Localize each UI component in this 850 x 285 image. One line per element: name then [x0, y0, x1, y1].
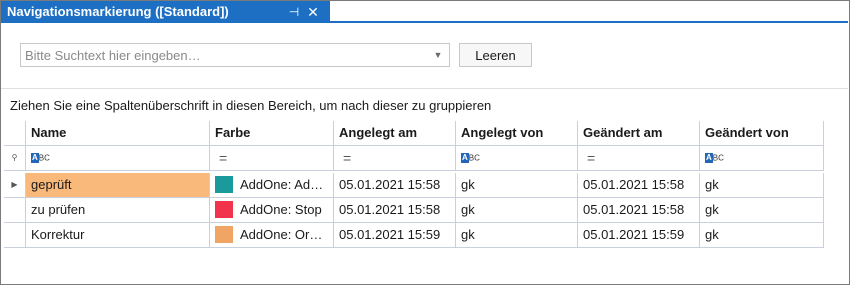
header-indicator [4, 121, 26, 146]
document-tabstrip: Navigationsmarkierung ([Standard]) ⊣ ✕ [1, 1, 848, 23]
text-filter-icon-suffix: BC [712, 153, 724, 163]
color-swatch [215, 176, 233, 194]
cell-farbe[interactable]: AddOne: Ad… [210, 173, 334, 198]
filter-cell-farbe[interactable]: = [210, 146, 334, 171]
cell-geaendert-von[interactable]: gk [700, 223, 824, 248]
cell-angelegt-von[interactable]: gk [456, 198, 578, 223]
filter-row-icon: ⚲ [4, 146, 26, 171]
group-panel[interactable]: Ziehen Sie eine Spaltenüberschrift in di… [1, 89, 848, 121]
filter-cell-geaendert-am[interactable]: = [578, 146, 700, 171]
column-header-angelegt-von[interactable]: Angelegt von [456, 121, 578, 146]
cell-angelegt-am[interactable]: 05.01.2021 15:58 [334, 173, 456, 198]
clear-button[interactable]: Leeren [459, 43, 532, 67]
text-filter-icon-suffix: BC [468, 153, 480, 163]
pin-icon[interactable]: ⊣ [286, 1, 302, 23]
cell-geaendert-von[interactable]: gk [700, 173, 824, 198]
cell-angelegt-am[interactable]: 05.01.2021 15:59 [334, 223, 456, 248]
text-filter-icon-suffix: BC [38, 153, 50, 163]
cell-name[interactable]: zu prüfen [26, 198, 210, 223]
cell-geaendert-am[interactable]: 05.01.2021 15:59 [578, 223, 700, 248]
cell-name[interactable]: Korrektur [26, 223, 210, 248]
tab-title: Navigationsmarkierung ([Standard]) [7, 4, 229, 19]
close-icon[interactable]: ✕ [305, 1, 321, 23]
cell-angelegt-von[interactable]: gk [456, 173, 578, 198]
equals-filter-icon: = [587, 150, 596, 166]
filter-cell-angelegt-von[interactable]: ABC [456, 146, 578, 171]
search-combobox[interactable]: ▼ [20, 43, 450, 67]
column-header-name[interactable]: Name [26, 121, 210, 146]
cell-farbe-label: AddOne: Ad… [240, 177, 324, 192]
cell-farbe[interactable]: AddOne: Stop [210, 198, 334, 223]
cell-geaendert-von[interactable]: gk [700, 198, 824, 223]
search-input[interactable] [21, 44, 429, 66]
column-header-geaendert-am[interactable]: Geändert am [578, 121, 700, 146]
row-indicator [4, 223, 26, 248]
column-header-farbe[interactable]: Farbe [210, 121, 334, 146]
tab-navigationsmarkierung[interactable]: Navigationsmarkierung ([Standard]) ⊣ ✕ [1, 1, 330, 23]
row-indicator [4, 198, 26, 223]
text-filter-icon: A [31, 152, 39, 163]
color-swatch [215, 201, 233, 219]
cell-angelegt-von[interactable]: gk [456, 223, 578, 248]
column-header-geaendert-von[interactable]: Geändert von [700, 121, 824, 146]
cell-farbe[interactable]: AddOne: Or… [210, 223, 334, 248]
focused-row-indicator: ▶ [4, 173, 26, 198]
search-area: ▼ Leeren [1, 25, 848, 87]
color-swatch [215, 226, 233, 244]
equals-filter-icon: = [343, 150, 352, 166]
cell-geaendert-am[interactable]: 05.01.2021 15:58 [578, 198, 700, 223]
column-header-angelegt-am[interactable]: Angelegt am [334, 121, 456, 146]
filter-cell-name[interactable]: ABC [26, 146, 210, 171]
group-panel-hint: Ziehen Sie eine Spaltenüberschrift in di… [10, 98, 492, 113]
text-filter-icon: A [705, 152, 713, 163]
cell-farbe-label: AddOne: Or… [240, 227, 323, 242]
filter-cell-angelegt-am[interactable]: = [334, 146, 456, 171]
chevron-down-icon[interactable]: ▼ [429, 44, 447, 66]
text-filter-icon: A [461, 152, 469, 163]
cell-farbe-label: AddOne: Stop [240, 202, 322, 217]
cell-geaendert-am[interactable]: 05.01.2021 15:58 [578, 173, 700, 198]
equals-filter-icon: = [219, 150, 228, 166]
data-grid: Name Farbe Angelegt am Angelegt von Geän… [4, 121, 844, 281]
cell-angelegt-am[interactable]: 05.01.2021 15:58 [334, 198, 456, 223]
cell-name[interactable]: geprüft [26, 173, 210, 198]
filter-cell-geaendert-von[interactable]: ABC [700, 146, 824, 171]
